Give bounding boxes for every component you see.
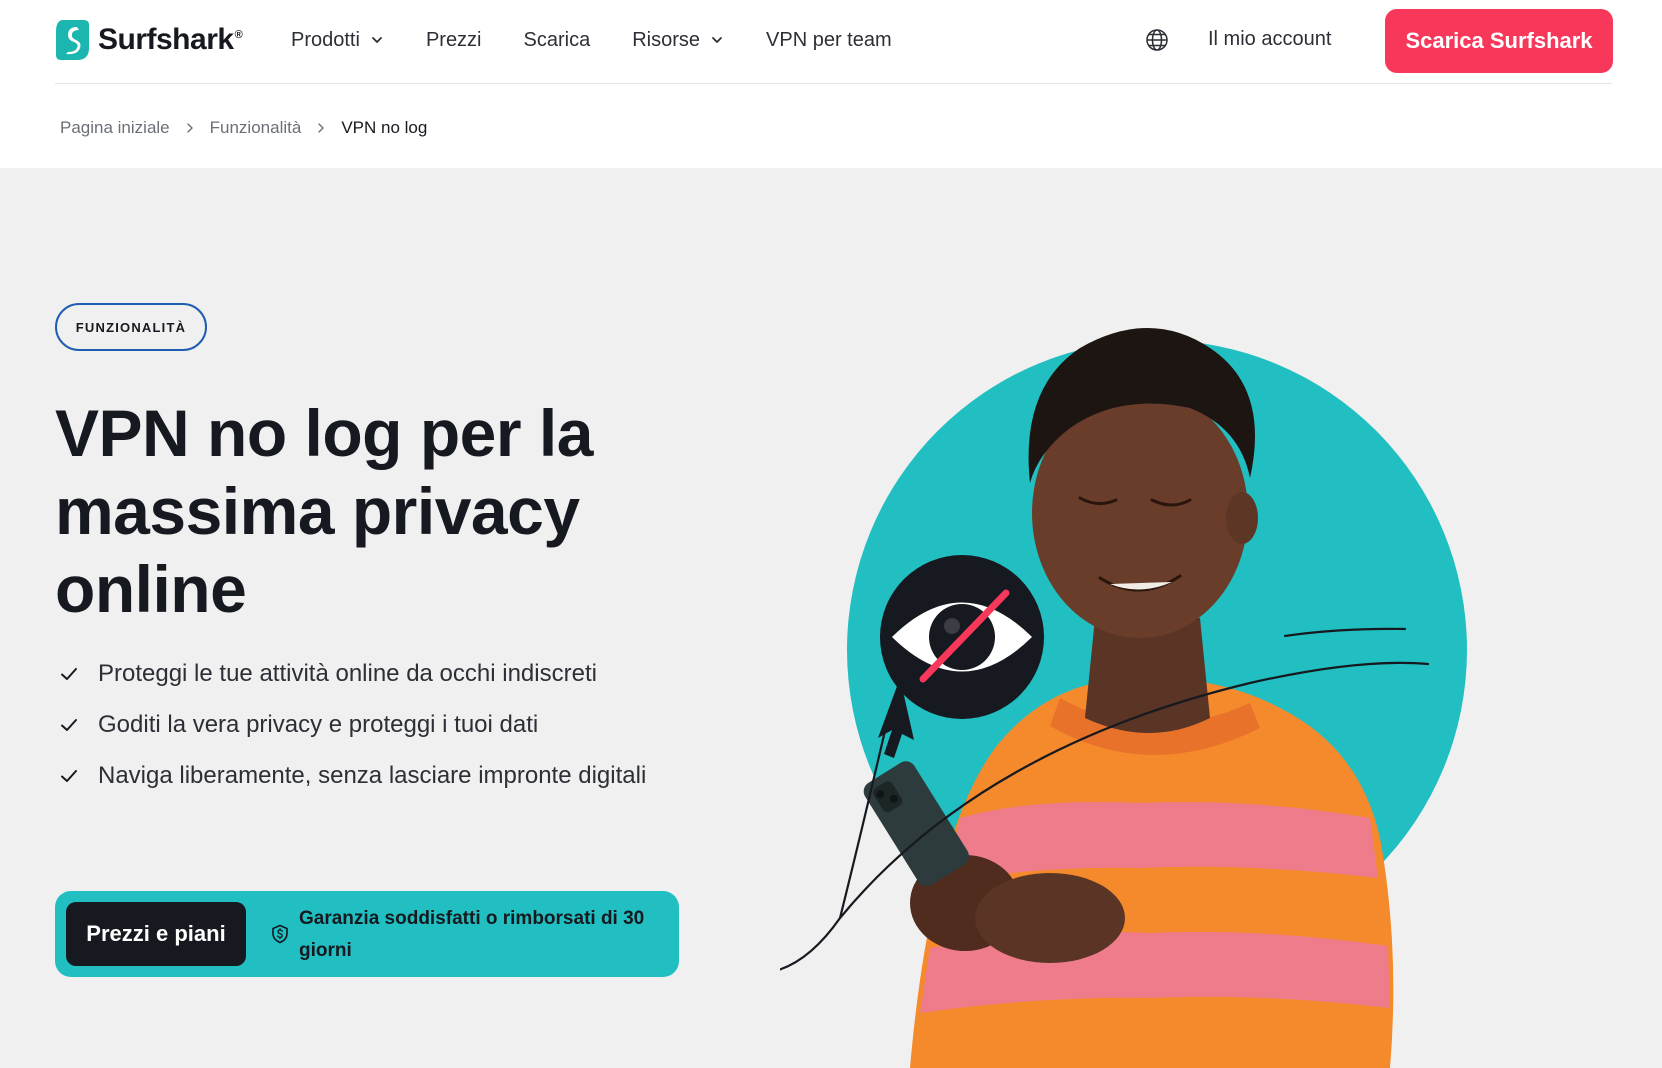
nav-item-prodotti[interactable]: Prodotti [291, 29, 384, 52]
category-badge: FUNZIONALITÀ [55, 303, 207, 351]
feature-text: Naviga liberamente, senza lasciare impro… [98, 762, 647, 789]
shield-dollar-icon [272, 924, 288, 944]
cta-bar: Prezzi e piani Garanzia soddisfatti o ri… [55, 891, 679, 977]
nav-item-label: Prodotti [291, 28, 360, 51]
check-icon [61, 719, 77, 731]
nav-item-prezzi[interactable]: Prezzi [426, 29, 482, 52]
chevron-right-icon [186, 123, 193, 133]
surfshark-logo[interactable]: Surfshark® [55, 18, 243, 62]
list-item: Proteggi le tue attività online da occhi… [60, 654, 660, 694]
chevron-right-icon [318, 123, 325, 133]
feature-list: Proteggi le tue attività online da occhi… [60, 654, 660, 807]
account-link[interactable]: Il mio account [1208, 28, 1331, 51]
chevron-down-icon [372, 37, 382, 43]
nav-item-vpn-per-team[interactable]: VPN per team [766, 29, 892, 52]
breadcrumb-current: VPN no log [341, 118, 428, 137]
nav-item-label: Prezzi [425, 28, 482, 51]
check-icon [61, 668, 77, 680]
nav-item-scarica[interactable]: Scarica [524, 29, 591, 52]
nav-item-label: Scarica [523, 28, 591, 51]
breadcrumb-home[interactable]: Pagina iniziale [60, 118, 170, 138]
globe-icon[interactable] [1145, 28, 1169, 52]
main-nav: Prodotti Prezzi Scarica Risorse VPN per … [291, 0, 934, 80]
list-item: Naviga liberamente, senza lasciare impro… [60, 756, 660, 796]
list-item: Goditi la vera privacy e proteggi i tuoi… [60, 705, 660, 745]
hero-section: FUNZIONALITÀ VPN no log per la massima p… [0, 168, 1662, 1068]
chevron-down-icon [712, 37, 722, 43]
feature-text: Goditi la vera privacy e proteggi i tuoi… [98, 711, 539, 738]
surfshark-logo-icon [56, 20, 89, 60]
logo-wordmark: Surfshark® [98, 23, 243, 56]
pricing-plans-button[interactable]: Prezzi e piani [66, 902, 246, 966]
check-icon [61, 770, 77, 782]
hero-illustration [780, 328, 1467, 1068]
site-header: Surfshark® Prodotti Prezzi Scarica Risor… [0, 0, 1662, 84]
money-back-guarantee: Garanzia soddisfatti o rimborsati di 30 … [299, 908, 645, 961]
feature-text: Proteggi le tue attività online da occhi… [98, 660, 597, 687]
header-bar: Surfshark® Prodotti Prezzi Scarica Risor… [55, 0, 1613, 84]
nav-item-risorse[interactable]: Risorse [632, 29, 724, 52]
breadcrumb-features[interactable]: Funzionalità [210, 118, 302, 138]
nav-item-label: VPN per team [766, 28, 892, 51]
nav-item-label: Risorse [632, 28, 701, 51]
breadcrumb: Pagina iniziale Funzionalità VPN no log [60, 118, 427, 138]
page-title: VPN no log per la massima privacy online [55, 396, 593, 626]
download-surfshark-button[interactable]: Scarica Surfshark [1385, 9, 1613, 73]
